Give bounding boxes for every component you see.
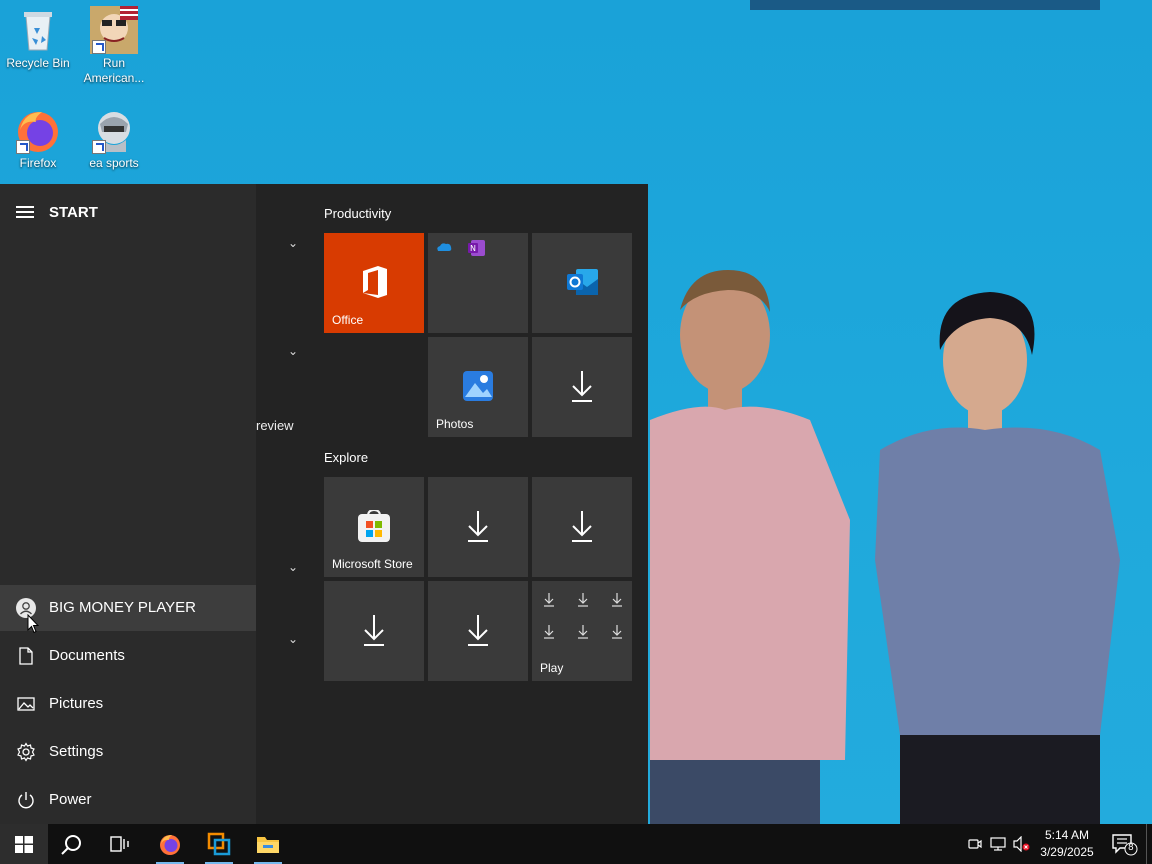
document-icon [19, 647, 33, 665]
search-button[interactable] [48, 824, 96, 864]
search-icon [61, 835, 81, 855]
taskbar-clock[interactable]: 5:14 AM 3/29/2025 [1030, 827, 1104, 861]
wallpaper-logo-partial [750, 0, 1100, 10]
settings-label: Settings [49, 743, 104, 760]
tile-microsoft-store[interactable]: Microsoft Store [324, 477, 424, 577]
ea-sports-icon [90, 106, 138, 154]
desktop-icon-run-american[interactable]: Run American... [76, 6, 152, 86]
power-icon [18, 792, 34, 809]
group-label-explore[interactable]: Explore [324, 450, 368, 465]
power-label: Power [49, 791, 92, 808]
start-button[interactable] [0, 824, 48, 864]
download-arrow-icon [364, 615, 384, 646]
taskbar-firefox[interactable] [146, 824, 194, 864]
chevron-down-icon[interactable]: ⌄ [288, 344, 298, 358]
play-folder-download-icons [544, 593, 622, 639]
documents-button[interactable]: Documents [0, 633, 256, 679]
tile-label: Office [332, 313, 364, 327]
svg-text:N: N [470, 244, 476, 253]
desktop-icon-label: Firefox [19, 156, 57, 170]
download-arrow-icon [468, 615, 488, 646]
desktop-icon-label: Run American... [83, 56, 145, 85]
tile-downloading[interactable] [324, 581, 424, 681]
office-icon [363, 266, 387, 298]
power-button[interactable]: Power [0, 777, 256, 823]
notifications-icon [1112, 834, 1138, 856]
pictures-icon [17, 697, 35, 711]
chevron-down-icon[interactable]: ⌄ [288, 632, 298, 646]
onedrive-icon [437, 243, 452, 251]
desktop-icon-recycle-bin[interactable]: Recycle Bin [0, 6, 76, 71]
show-desktop-button[interactable] [1146, 824, 1152, 864]
download-arrow-icon [468, 511, 488, 542]
file-explorer-icon [257, 837, 279, 853]
desktop-icon-firefox[interactable]: Firefox [0, 106, 76, 171]
start-left-pane: START BIG MONEY PLAYER Documents Picture… [0, 184, 256, 824]
microsoft-store-icon [358, 510, 390, 542]
taskbar-vmware[interactable] [195, 824, 243, 864]
firefox-icon [160, 835, 180, 855]
tile-downloading[interactable] [428, 581, 528, 681]
tile-downloading[interactable] [428, 477, 528, 577]
task-view-icon [110, 836, 129, 852]
action-center-button[interactable]: 8 [1104, 824, 1152, 864]
tile-downloading[interactable] [532, 337, 632, 437]
desktop-icon-label: ea sports [89, 156, 139, 170]
recycle-bin-icon [14, 6, 62, 54]
firefox-icon [14, 106, 62, 154]
tile-office[interactable]: Office [324, 233, 424, 333]
pictures-button[interactable]: Pictures [0, 681, 256, 727]
volume-muted-icon[interactable] [1013, 836, 1031, 852]
windows-start-icon [15, 836, 33, 853]
outlook-icon [567, 269, 598, 295]
tile-label: Photos [436, 417, 474, 431]
start-menu: START BIG MONEY PLAYER Documents Picture… [0, 184, 648, 824]
settings-button[interactable]: Settings [0, 729, 256, 775]
desktop-icon-ea-sports[interactable]: ea sports [76, 106, 152, 171]
task-view-button[interactable] [96, 824, 144, 864]
mouse-cursor-icon [27, 614, 39, 634]
start-title: START [49, 204, 98, 221]
taskbar-file-explorer[interactable] [244, 824, 292, 864]
download-arrow-icon [572, 371, 592, 402]
user-name: BIG MONEY PLAYER [49, 599, 196, 616]
tile-play-folder[interactable]: Play [532, 581, 632, 681]
wallpaper-person-left [650, 270, 850, 824]
game-shortcut-icon [90, 6, 138, 54]
wallpaper-person-right [875, 292, 1120, 824]
photos-icon [463, 371, 493, 401]
group-label-productivity[interactable]: Productivity [324, 206, 391, 221]
hamburger-menu-icon[interactable] [16, 206, 34, 218]
gear-icon [17, 742, 35, 762]
taskbar: 5:14 AM 3/29/2025 8 [0, 824, 1152, 864]
tile-photos[interactable]: Photos [428, 337, 528, 437]
tile-outlook[interactable] [532, 233, 632, 333]
onenote-icon: N [468, 240, 485, 256]
notification-count: 8 [1128, 843, 1134, 853]
tile-label: Play [540, 661, 564, 675]
documents-label: Documents [49, 647, 125, 664]
clock-time: 5:14 AM [1044, 828, 1090, 842]
desktop-icon-label: Recycle Bin [6, 56, 70, 70]
tile-downloading[interactable] [532, 477, 632, 577]
tile-label: Microsoft Store [332, 557, 413, 571]
network-icon[interactable] [990, 836, 1008, 852]
vmware-icon [207, 832, 231, 856]
clock-date: 3/29/2025 [1040, 845, 1094, 859]
tile-onedrive-onenote[interactable]: N [428, 233, 528, 333]
pictures-label: Pictures [49, 695, 104, 712]
chevron-down-icon[interactable]: ⌄ [288, 560, 298, 574]
chevron-down-icon[interactable]: ⌄ [288, 236, 298, 250]
download-arrow-icon [572, 511, 592, 542]
meet-now-icon[interactable] [968, 837, 982, 851]
app-list-partial-label[interactable]: review [256, 418, 294, 433]
